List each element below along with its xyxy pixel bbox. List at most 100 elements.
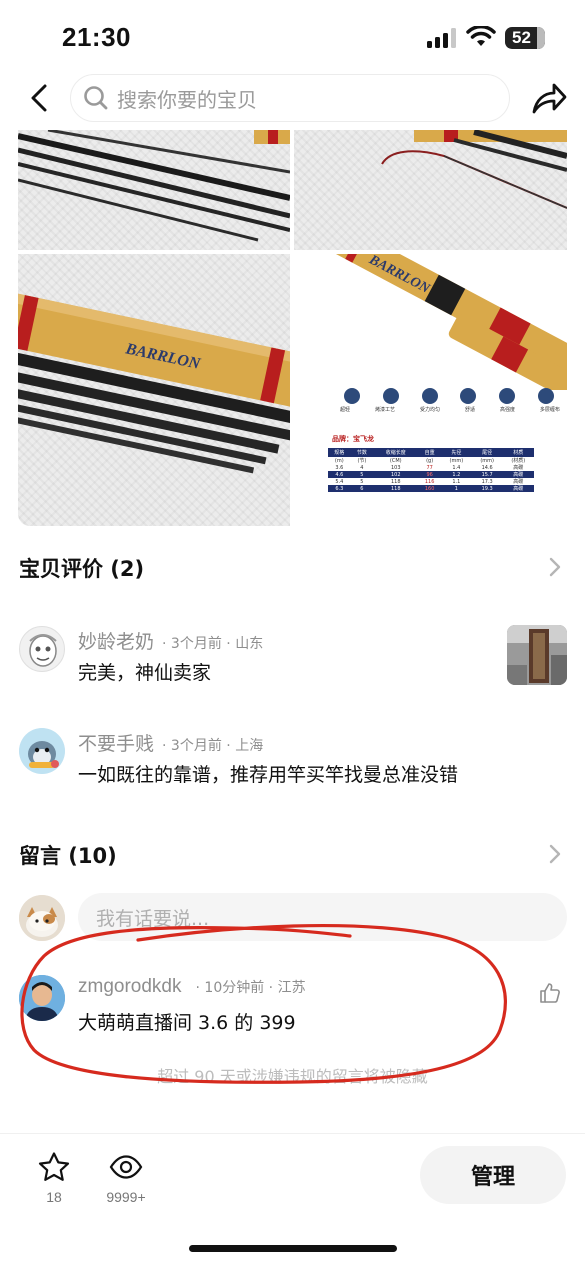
review-location: 山东	[235, 636, 264, 652]
message-meta: zmgorodkdk · 10分钟前 · 江苏	[78, 976, 306, 998]
share-icon[interactable]	[530, 80, 568, 116]
spec-cell: 6	[360, 485, 364, 492]
reviews-section-title[interactable]: 宝贝评价 (2)	[19, 553, 144, 583]
rod-tip-line-drawing	[381, 130, 567, 209]
home-indicator[interactable]	[189, 1245, 397, 1252]
reviewer-name[interactable]: 妙龄老奶	[78, 627, 154, 654]
spec-title: 品牌：宝飞龙	[332, 435, 374, 443]
nav-bar: 搜索你要的宝贝	[0, 72, 585, 130]
manage-button[interactable]: 管理	[420, 1146, 566, 1204]
spec-unit: (mm)	[449, 457, 464, 464]
message-time-value: 10分钟前	[204, 980, 265, 996]
review-location: 上海	[235, 738, 264, 754]
feature-label: 多层缠布	[539, 407, 560, 413]
spec-cell: 6.3	[335, 485, 344, 492]
spec-cell: 116	[424, 478, 435, 485]
battery-level: 52	[512, 28, 531, 47]
message-location: 江苏	[277, 980, 306, 996]
product-photo-rod-handle[interactable]: BARRLON	[18, 254, 290, 526]
review-time-value: 3个月前	[170, 738, 222, 754]
search-placeholder: 搜索你要的宝贝	[117, 87, 257, 112]
feature-icon	[421, 388, 438, 404]
back-button[interactable]	[22, 78, 56, 118]
spec-cell: 1.1	[452, 478, 461, 485]
spec-cell: 4.6	[335, 471, 344, 478]
star-icon	[38, 1152, 70, 1181]
review-meta: 不要手贱 · 3个月前 · 上海	[78, 729, 263, 756]
spec-unit: (g)	[426, 457, 434, 464]
spec-cell: 77	[426, 464, 433, 471]
review-photo-drawing	[507, 625, 567, 685]
product-photo-spec-sheet[interactable]: BARRLON 超轻 烤漆工艺 受力均匀 舒适 高强度 多层缠布 品牌：宝飞龙	[294, 254, 567, 526]
spec-unit: (材质)	[511, 458, 526, 464]
favorite-button[interactable]: 18	[34, 1151, 74, 1205]
product-photo-rod-tips[interactable]	[18, 130, 290, 250]
feature-icon	[382, 388, 399, 404]
comment-input[interactable]: 我有话要说...	[78, 893, 567, 941]
spec-cell: 5	[360, 478, 364, 485]
spec-cell: 118	[390, 485, 401, 492]
spec-cell: 1.4	[452, 464, 461, 471]
reviewer-name[interactable]: 不要手贱	[78, 729, 154, 756]
feature-label: 舒适	[464, 407, 475, 413]
avatar-drawing	[19, 975, 65, 1021]
avatar[interactable]	[19, 626, 65, 672]
spec-unit: (节)	[357, 458, 367, 464]
chevron-right-icon[interactable]	[548, 843, 562, 865]
feature-label: 超轻	[340, 407, 351, 413]
feature-icon	[344, 388, 360, 404]
avatar[interactable]	[19, 975, 65, 1021]
review-time-value: 3个月前	[170, 636, 222, 652]
spec-sheet-rod-drawing: BARRLON	[329, 254, 567, 390]
view-count: 9999+	[106, 1189, 146, 1205]
feature-label: 受力均匀	[419, 407, 440, 413]
spec-cell: 96	[426, 471, 433, 478]
spec-cell: 102	[390, 471, 401, 478]
spec-header: 材质	[513, 450, 524, 456]
rod-tips-drawing	[18, 130, 290, 242]
wifi-icon	[466, 26, 496, 46]
spec-cell: 1	[454, 485, 458, 492]
status-bar: 21:30 52	[0, 0, 585, 72]
my-avatar	[19, 895, 65, 941]
commenter-name[interactable]: zmgorodkdk	[78, 976, 182, 998]
review-time: · 3个月前 · 山东	[162, 636, 264, 652]
comments-hidden-hint: 超过 90 天或涉嫌违规的留言将被隐藏	[157, 1067, 428, 1086]
feature-label: 高强度	[499, 407, 515, 413]
review-photo-thumbnail[interactable]	[507, 625, 567, 685]
review-meta: 妙龄老奶 · 3个月前 · 山东	[78, 627, 263, 654]
feature-icons-row	[344, 388, 554, 418]
avatar[interactable]	[19, 728, 65, 774]
spec-cell: 14.6	[481, 464, 493, 471]
chevron-right-icon[interactable]	[548, 556, 562, 578]
feature-label: 烤漆工艺	[374, 407, 395, 413]
messages-section-title[interactable]: 留言 (10)	[19, 840, 117, 870]
review-text: 完美，神仙卖家	[78, 662, 212, 684]
product-photo-rod-tip-line[interactable]	[294, 130, 567, 250]
search-icon	[84, 86, 108, 110]
like-icon[interactable]	[539, 982, 561, 1004]
spec-unit: (CM)	[389, 457, 402, 464]
spec-header: 先径	[451, 450, 462, 456]
spec-cell: 160	[424, 485, 435, 492]
spec-header: 节数	[356, 450, 367, 456]
product-image-gallery[interactable]: BARRLON BARRLON 超轻 烤漆工艺 受力均匀 舒适 高强度 多层缠布…	[18, 130, 567, 526]
feature-labels-row: 超轻 烤漆工艺 受力均匀 舒适 高强度 多层缠布	[340, 406, 560, 413]
spec-unit: (mm)	[480, 457, 494, 464]
spec-cell: 3.6	[335, 464, 344, 471]
my-avatar-drawing	[19, 895, 65, 941]
spec-cell: 高碳	[513, 486, 524, 492]
spec-cell: 高碳	[513, 479, 524, 485]
avatar-drawing	[29, 634, 57, 667]
spec-table: 规格 节数 收缩长度 自重 先径 尾径 材质 (m) (节) (CM) (g) …	[328, 448, 534, 492]
avatar-drawing	[19, 728, 65, 774]
spec-cell: 5	[360, 471, 364, 478]
feature-icon	[460, 388, 477, 404]
spec-unit: (m)	[334, 457, 344, 464]
signal-icon	[427, 28, 456, 48]
spec-cell: 4	[360, 464, 364, 471]
views-indicator: 9999+	[98, 1151, 154, 1205]
search-input[interactable]: 搜索你要的宝贝	[70, 74, 510, 122]
spec-header: 自重	[424, 450, 435, 456]
spec-header: 尾径	[482, 450, 493, 456]
